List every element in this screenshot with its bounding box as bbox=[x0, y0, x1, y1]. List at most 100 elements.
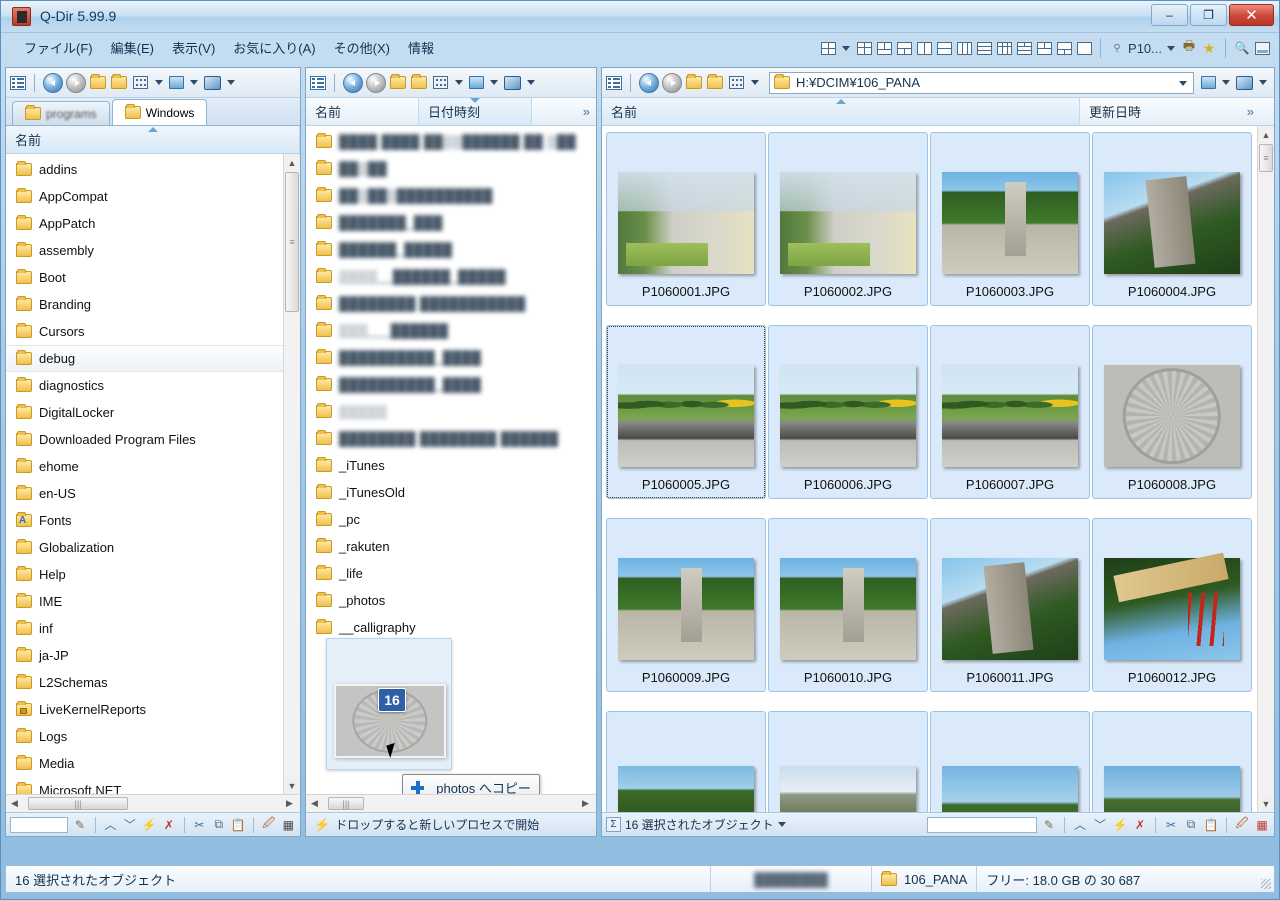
thumbnail-item[interactable]: P1060002.JPG bbox=[768, 132, 928, 306]
forward-button[interactable] bbox=[366, 72, 386, 93]
copy-icon[interactable]: ⧉ bbox=[1183, 817, 1199, 833]
list-item[interactable]: ehome bbox=[6, 453, 300, 480]
list-item[interactable]: Logs bbox=[6, 723, 300, 750]
mid-pane-file-list[interactable]: ████ ████ ██▒▒██████ ██ ▒██ ██▒██ ██▒██▒██… bbox=[306, 126, 596, 794]
list-item[interactable]: Downloaded Program Files bbox=[6, 426, 300, 453]
thumbnail-item[interactable] bbox=[768, 711, 928, 812]
monitor-icon[interactable] bbox=[169, 76, 184, 89]
up-icon[interactable]: ︿ bbox=[103, 817, 119, 833]
list-item[interactable]: IME bbox=[6, 588, 300, 615]
minimize-button[interactable]: – bbox=[1151, 4, 1188, 26]
new-folder-icon[interactable] bbox=[110, 74, 128, 92]
rename-icon[interactable]: 🖉 bbox=[261, 816, 277, 833]
new-folder-icon[interactable] bbox=[706, 74, 724, 92]
layout-4pane-icon[interactable] bbox=[819, 39, 837, 57]
mycomputer-dropdown-caret-icon[interactable] bbox=[527, 80, 535, 85]
forward-button[interactable] bbox=[662, 72, 682, 93]
menu-favorites[interactable]: お気に入り(A) bbox=[224, 34, 324, 61]
left-pane-filter-input[interactable] bbox=[10, 816, 69, 833]
view-dropdown-caret-icon[interactable] bbox=[751, 80, 759, 85]
resize-grip-icon[interactable] bbox=[1261, 879, 1271, 889]
layout-single-icon[interactable] bbox=[1075, 39, 1093, 57]
print-icon[interactable]: 🖶 bbox=[1180, 38, 1198, 57]
mycomputer-icon[interactable] bbox=[204, 75, 221, 90]
monitor-dropdown-caret-icon[interactable] bbox=[1222, 80, 1230, 85]
layout-dropdown-caret-icon[interactable] bbox=[842, 45, 851, 51]
status-dropdown-caret-icon[interactable] bbox=[777, 822, 786, 827]
hscroll-left-arrow-icon[interactable]: ◀ bbox=[306, 798, 323, 809]
list-item[interactable]: ██▒██▒██████████ bbox=[306, 182, 596, 209]
list-item[interactable]: addins bbox=[6, 156, 300, 183]
up-folder-icon[interactable] bbox=[89, 74, 107, 92]
maximize-button[interactable]: ❐ bbox=[1190, 4, 1227, 26]
view-dropdown-caret-icon[interactable] bbox=[455, 80, 463, 85]
layout-10-icon[interactable] bbox=[1035, 39, 1053, 57]
list-item[interactable]: _pc bbox=[306, 506, 596, 533]
hscroll-right-arrow-icon[interactable]: ▶ bbox=[281, 798, 298, 809]
list-item[interactable]: ████ ████ ██▒▒██████ ██ ▒██ bbox=[306, 128, 596, 155]
thumbnail-item[interactable]: P1060004.JPG bbox=[1092, 132, 1252, 306]
new-folder-icon[interactable] bbox=[410, 74, 428, 92]
hscroll-left-arrow-icon[interactable]: ◀ bbox=[6, 798, 23, 809]
list-item[interactable]: inf bbox=[6, 615, 300, 642]
up-folder-icon[interactable] bbox=[389, 74, 407, 92]
monitor-icon[interactable] bbox=[1201, 76, 1216, 89]
list-item[interactable]: ▒▒▒___██████ bbox=[306, 317, 596, 344]
column-overflow[interactable]: » bbox=[532, 98, 596, 125]
delete-icon[interactable]: ✗ bbox=[161, 817, 177, 833]
flash-icon[interactable]: ⚡ bbox=[1112, 817, 1128, 833]
scroll-down-arrow-icon[interactable]: ▼ bbox=[1258, 795, 1274, 812]
list-item[interactable]: Media bbox=[6, 750, 300, 777]
paste-icon[interactable]: 📋 bbox=[1203, 817, 1219, 833]
list-item[interactable]: ▒▒▒▒__██████_█████ bbox=[306, 263, 596, 290]
list-item[interactable]: _life bbox=[306, 560, 596, 587]
thumbnail-item[interactable]: P1060009.JPG bbox=[606, 518, 766, 692]
monitor-icon[interactable] bbox=[469, 76, 484, 89]
rename-icon[interactable]: 🖉 bbox=[1234, 816, 1250, 833]
select-icon[interactable]: ▦ bbox=[1254, 817, 1270, 833]
layout-5-icon[interactable] bbox=[935, 39, 953, 57]
forward-button[interactable] bbox=[66, 72, 86, 93]
menu-file[interactable]: ファイル(F) bbox=[15, 34, 102, 61]
preview-icon[interactable] bbox=[1253, 39, 1271, 57]
mid-pane-horizontal-scrollbar[interactable]: ◀ ||| ▶ bbox=[306, 794, 596, 812]
thumbnail-item[interactable]: P1060005.JPG bbox=[606, 325, 766, 499]
down-icon[interactable]: ﹀ bbox=[122, 817, 138, 833]
mycomputer-dropdown-caret-icon[interactable] bbox=[227, 80, 235, 85]
listview-icon[interactable] bbox=[606, 75, 622, 90]
scroll-down-arrow-icon[interactable]: ▼ bbox=[284, 777, 300, 794]
view-dropdown-caret-icon[interactable] bbox=[155, 80, 163, 85]
thumbnail-item[interactable]: P1060011.JPG bbox=[930, 518, 1090, 692]
layout-11-icon[interactable] bbox=[1055, 39, 1073, 57]
list-item[interactable]: Cursors bbox=[6, 318, 300, 345]
list-item[interactable]: _iTunesOld bbox=[306, 479, 596, 506]
thumbnail-item[interactable]: P1060008.JPG bbox=[1092, 325, 1252, 499]
grid-view-icon[interactable] bbox=[431, 74, 449, 92]
list-item[interactable]: ██████████_████ bbox=[306, 344, 596, 371]
address-dropdown-caret-icon[interactable] bbox=[1179, 80, 1187, 86]
list-item[interactable]: diagnostics bbox=[6, 372, 300, 399]
menu-info[interactable]: 情報 bbox=[399, 34, 443, 61]
scroll-up-arrow-icon[interactable]: ▲ bbox=[1258, 126, 1274, 143]
address-bar[interactable]: H:¥DCIM¥106_PANA bbox=[769, 71, 1194, 94]
list-item[interactable]: ██▒██ bbox=[306, 155, 596, 182]
grid-view-icon[interactable] bbox=[131, 74, 149, 92]
layout-2-icon[interactable] bbox=[875, 39, 893, 57]
list-item[interactable]: Help bbox=[6, 561, 300, 588]
list-item[interactable]: ▒▒▒▒▒ bbox=[306, 398, 596, 425]
select-icon[interactable]: ▦ bbox=[281, 817, 297, 833]
list-item[interactable]: ██████████_████ bbox=[306, 371, 596, 398]
left-pane-file-list[interactable]: addins AppCompat AppPatch assembly Boot Brand… bbox=[6, 154, 300, 794]
hscroll-right-arrow-icon[interactable]: ▶ bbox=[577, 798, 594, 809]
layout-4-icon[interactable] bbox=[915, 39, 933, 57]
back-button[interactable] bbox=[343, 72, 363, 93]
thumbnail-item[interactable] bbox=[606, 711, 766, 812]
listview-icon[interactable] bbox=[310, 75, 326, 90]
list-item[interactable]: LiveKernelReports bbox=[6, 696, 300, 723]
list-item[interactable]: ███████_███ bbox=[306, 209, 596, 236]
cut-icon[interactable]: ✂ bbox=[1163, 817, 1179, 833]
list-item[interactable]: DigitalLocker bbox=[6, 399, 300, 426]
list-item[interactable]: ja-JP bbox=[6, 642, 300, 669]
copy-icon[interactable]: ⧉ bbox=[211, 817, 227, 833]
monitor-dropdown-caret-icon[interactable] bbox=[190, 80, 198, 85]
